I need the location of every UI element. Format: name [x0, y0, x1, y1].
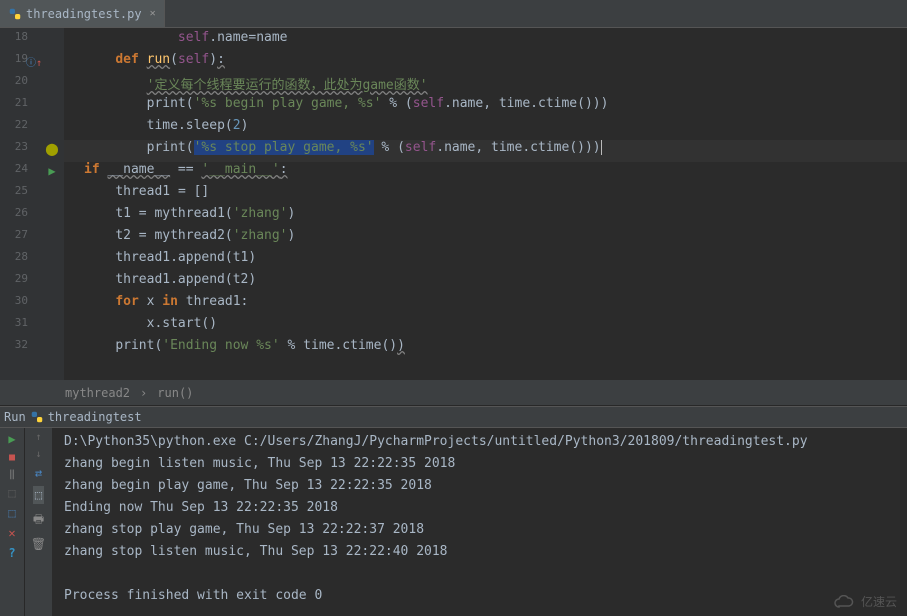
layout-icon[interactable]: ⬚ — [8, 506, 15, 520]
line-19: 19ⓘ↑ — [0, 52, 40, 74]
code-line-active: print('%s stop play game, %s' % (self.na… — [64, 140, 907, 162]
python-icon — [30, 410, 44, 424]
code-line: t2 = mythread2('zhang') — [64, 228, 907, 250]
line-30: 30 — [0, 294, 40, 316]
line-29: 29 — [0, 272, 40, 294]
watermark: 亿速云 — [833, 593, 897, 610]
wrap-icon[interactable]: ⇄ — [35, 466, 42, 480]
change-marker-icon: ⬤ — [45, 142, 58, 156]
run-config-name: threadingtest — [48, 410, 142, 424]
code-line: print('Ending now %s' % time.ctime()) — [64, 338, 907, 360]
arrow-up-icon[interactable]: ↑ — [35, 432, 41, 443]
code-line: thread1.append(t1) — [64, 250, 907, 272]
cloud-icon — [833, 595, 857, 609]
code-line: self.name=name — [64, 30, 907, 52]
code-area[interactable]: self.name=name def run(self): '定义每个线程要运行… — [64, 28, 907, 380]
breadcrumb-sep: › — [140, 386, 147, 400]
close-run-icon[interactable]: ✕ — [8, 526, 15, 540]
line-21: 21 — [0, 96, 40, 118]
run-panel-header: Run threadingtest — [0, 406, 907, 428]
console-output[interactable]: D:\Python35\python.exe C:/Users/ZhangJ/P… — [52, 428, 907, 616]
breadcrumb[interactable]: mythread2 › run() — [0, 380, 907, 406]
console-line: zhang begin listen music, Thu Sep 13 22:… — [64, 456, 895, 478]
code-line: thread1.append(t2) — [64, 272, 907, 294]
run-label: Run — [4, 410, 26, 424]
override-icon[interactable]: ⓘ↑ — [26, 54, 42, 69]
console-line: D:\Python35\python.exe C:/Users/ZhangJ/P… — [64, 434, 895, 456]
trash-icon[interactable]: 🗑 — [31, 537, 46, 551]
line-24: 24 — [0, 162, 40, 184]
pause-icon[interactable]: ‖ — [9, 469, 15, 480]
code-line: thread1 = [] — [64, 184, 907, 206]
code-line: x.start() — [64, 316, 907, 338]
console-line: zhang stop listen music, Thu Sep 13 22:2… — [64, 544, 895, 566]
line-number-gutter: 18 19ⓘ↑ 20 21 22 23 24 25 26 27 28 29 30… — [0, 28, 40, 380]
code-line: time.sleep(2) — [64, 118, 907, 140]
print-icon[interactable]: 🖶 — [33, 510, 44, 531]
close-icon[interactable]: ✕ — [150, 8, 156, 19]
code-line: t1 = mythread1('zhang') — [64, 206, 907, 228]
console-line: zhang begin play game, Thu Sep 13 22:22:… — [64, 478, 895, 500]
line-23: 23 — [0, 140, 40, 162]
code-line: def run(self): — [64, 52, 907, 74]
console-line: zhang stop play game, Thu Sep 13 22:22:3… — [64, 522, 895, 544]
run-panel-body: ▶ ■ ‖ ⬚ ⬚ ✕ ? ↑ ↓ ⇄ ⬚ 🖶 🗑 D:\Python35\py… — [0, 428, 907, 616]
gutter-icon-column: ⬤ ▶ — [40, 28, 64, 380]
line-25: 25 — [0, 184, 40, 206]
run-toolstrip-a: ▶ ■ ‖ ⬚ ⬚ ✕ ? — [0, 428, 24, 616]
code-line: print('%s begin play game, %s' % (self.n… — [64, 96, 907, 118]
line-31: 31 — [0, 316, 40, 338]
run-toolstrip-b: ↑ ↓ ⇄ ⬚ 🖶 🗑 — [24, 428, 52, 616]
line-26: 26 — [0, 206, 40, 228]
dump-threads-icon[interactable]: ⬚ — [8, 486, 15, 500]
tab-label: threadingtest.py — [26, 7, 142, 21]
editor: 18 19ⓘ↑ 20 21 22 23 24 25 26 27 28 29 30… — [0, 28, 907, 380]
code-line: for x in thread1: — [64, 294, 907, 316]
console-line: Ending now Thu Sep 13 22:22:35 2018 — [64, 500, 895, 522]
tab-bar: threadingtest.py ✕ — [0, 0, 907, 28]
line-32: 32 — [0, 338, 40, 360]
console-line: Process finished with exit code 0 — [64, 588, 895, 610]
line-18: 18 — [0, 30, 40, 52]
console-line — [64, 566, 895, 588]
line-22: 22 — [0, 118, 40, 140]
python-file-icon — [8, 7, 22, 21]
code-line: '定义每个线程要运行的函数，此处为game函数' — [64, 74, 907, 96]
code-line: if __name__ == '__main__': — [64, 162, 907, 184]
scroll-end-icon[interactable]: ⬚ — [33, 486, 44, 504]
stop-icon[interactable]: ■ — [9, 452, 15, 463]
breadcrumb-class[interactable]: mythread2 — [65, 386, 130, 400]
arrow-down-icon[interactable]: ↓ — [35, 449, 41, 460]
line-20: 20 — [0, 74, 40, 96]
breadcrumb-method[interactable]: run() — [157, 386, 193, 400]
line-28: 28 — [0, 250, 40, 272]
run-gutter-icon[interactable]: ▶ — [48, 164, 55, 178]
help-icon[interactable]: ? — [8, 546, 15, 560]
rerun-icon[interactable]: ▶ — [8, 432, 15, 446]
file-tab[interactable]: threadingtest.py ✕ — [0, 0, 165, 27]
line-27: 27 — [0, 228, 40, 250]
